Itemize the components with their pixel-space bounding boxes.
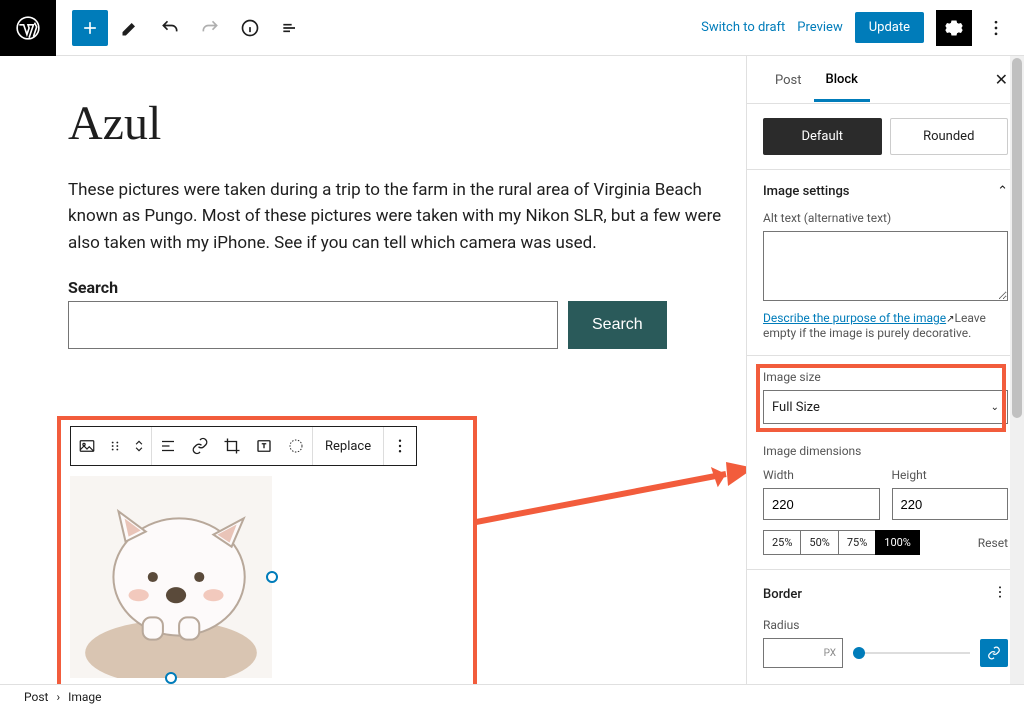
replace-button[interactable]: Replace — [313, 439, 383, 454]
editor-canvas: Azul These pictures were taken during a … — [0, 56, 746, 684]
pct-75-button[interactable]: 75% — [838, 530, 876, 555]
breadcrumb-separator: › — [56, 690, 60, 704]
block-type-icon[interactable] — [71, 427, 103, 465]
height-input[interactable] — [892, 488, 1009, 520]
border-more-icon[interactable] — [992, 584, 1008, 604]
alt-text-input[interactable] — [763, 231, 1008, 301]
block-styles: Default Rounded — [747, 104, 1024, 170]
post-title[interactable]: Azul — [68, 96, 746, 151]
wordpress-logo[interactable] — [0, 0, 56, 56]
settings-sidebar: Post Block ✕ Default Rounded Image setti… — [746, 56, 1024, 684]
text-overlay-button[interactable] — [248, 427, 280, 465]
width-input[interactable] — [763, 488, 880, 520]
border-panel: Border Radius PX — [747, 570, 1024, 682]
close-sidebar-button[interactable]: ✕ — [995, 70, 1008, 89]
pct-100-button[interactable]: 100% — [875, 530, 920, 555]
chevron-down-icon: ⌄ — [991, 402, 999, 413]
image-size-select[interactable]: Full Size ⌄ — [763, 390, 1008, 424]
resize-handle-bottom[interactable] — [165, 672, 177, 684]
search-label: Search — [68, 278, 746, 297]
breadcrumb-image[interactable]: Image — [68, 690, 101, 704]
pct-50-button[interactable]: 50% — [800, 530, 838, 555]
pct-25-button[interactable]: 25% — [763, 530, 801, 555]
switch-draft-button[interactable]: Switch to draft — [701, 20, 785, 35]
undo-button[interactable] — [152, 10, 188, 46]
image-dimensions-label: Image dimensions — [763, 444, 1008, 458]
image-block[interactable] — [70, 476, 272, 678]
tab-post[interactable]: Post — [763, 59, 814, 100]
cat-illustration — [70, 476, 272, 678]
border-title: Border — [763, 587, 802, 602]
reset-button[interactable]: Reset — [978, 536, 1008, 550]
insert-link-button[interactable] — [184, 427, 216, 465]
duotone-button[interactable] — [280, 427, 312, 465]
align-button[interactable] — [152, 427, 184, 465]
image-settings-title: Image settings — [763, 184, 850, 199]
breadcrumb-post[interactable]: Post — [24, 690, 48, 704]
style-rounded[interactable]: Rounded — [890, 118, 1009, 155]
edit-mode-button[interactable] — [112, 10, 148, 46]
resize-handle-right[interactable] — [266, 571, 278, 583]
image-size-label: Image size — [763, 370, 1008, 384]
radius-label: Radius — [763, 618, 1008, 632]
search-input[interactable] — [68, 301, 558, 349]
search-button[interactable]: Search — [568, 301, 667, 349]
block-breadcrumb: Post › Image — [0, 684, 1024, 708]
height-label: Height — [892, 468, 1009, 482]
image-size-panel: Image size Full Size ⌄ — [747, 356, 1024, 430]
toolbar-right: Switch to draft Preview Update — [701, 10, 1024, 46]
sidebar-tabs: Post Block ✕ — [747, 56, 1024, 104]
preview-button[interactable]: Preview — [797, 20, 842, 35]
post-paragraph[interactable]: These pictures were taken during a trip … — [68, 177, 746, 256]
annotation-arrow — [476, 462, 746, 532]
info-button[interactable] — [232, 10, 268, 46]
drag-handle-icon[interactable] — [103, 427, 127, 465]
list-view-button[interactable] — [272, 10, 308, 46]
tab-block[interactable]: Block — [814, 58, 870, 102]
link-radius-icon[interactable] — [980, 639, 1008, 667]
update-button[interactable]: Update — [855, 12, 924, 43]
alt-help-link[interactable]: Describe the purpose of the image — [763, 311, 946, 325]
alt-text-label: Alt text (alternative text) — [763, 211, 1008, 225]
top-toolbar: Switch to draft Preview Update — [0, 0, 1024, 56]
radius-slider[interactable] — [853, 652, 970, 654]
scrollbar[interactable] — [1010, 56, 1024, 684]
redo-button[interactable] — [192, 10, 228, 46]
move-updown-icon[interactable] — [127, 427, 151, 465]
block-more-options[interactable] — [384, 427, 416, 465]
settings-button[interactable] — [936, 10, 972, 46]
more-options-button[interactable] — [984, 10, 1008, 46]
style-default[interactable]: Default — [763, 118, 882, 155]
crop-button[interactable] — [216, 427, 248, 465]
toolbar-left — [56, 10, 308, 46]
block-toolbar: Replace — [70, 426, 417, 466]
add-block-button[interactable] — [72, 10, 108, 46]
width-label: Width — [763, 468, 880, 482]
image-dimensions-panel: Image dimensions Width Height 25% 50% 75… — [747, 430, 1024, 570]
radius-input[interactable]: PX — [763, 638, 843, 668]
image-settings-panel: Image settings ⌃ Alt text (alternative t… — [747, 170, 1024, 356]
chevron-up-icon[interactable]: ⌃ — [997, 184, 1008, 199]
